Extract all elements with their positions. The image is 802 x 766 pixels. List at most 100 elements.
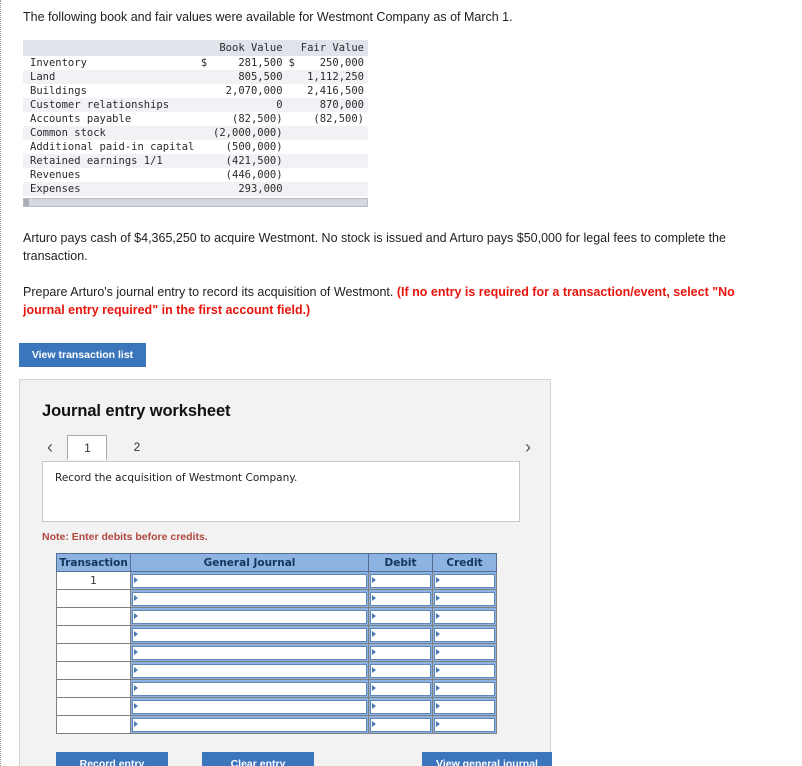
journal-input-general-journal-cell[interactable] — [130, 679, 369, 699]
fact-table-row: Buildings 2,070,000 2,416,500 — [23, 83, 368, 98]
clear-entry-button[interactable]: Clear entry — [202, 752, 314, 766]
journal-input-general-journal[interactable] — [132, 681, 367, 696]
journal-cell-transaction[interactable] — [56, 607, 131, 627]
journal-input-general-journal-cell[interactable] — [130, 589, 369, 609]
journal-input-general-journal-cell[interactable] — [130, 661, 369, 681]
fact-row-fair-symbol — [286, 111, 299, 126]
journal-header-transaction: Transaction — [56, 553, 131, 573]
journal-input-credit[interactable] — [434, 591, 495, 606]
worksheet-description-text: Record the acquisition of Westmont Compa… — [55, 472, 298, 485]
journal-input-credit-cell[interactable] — [432, 625, 497, 645]
instruction-plain-text: Prepare Arturo's journal entry to record… — [23, 285, 397, 300]
journal-input-credit[interactable] — [434, 645, 495, 660]
journal-input-debit-cell[interactable] — [368, 697, 433, 717]
table-row — [56, 661, 497, 681]
fact-row-fair-value: 1,112,250 — [298, 69, 368, 84]
record-entry-button[interactable]: Record entry — [56, 752, 168, 766]
fact-row-fair-value: (82,500) — [298, 111, 368, 126]
journal-input-general-journal-cell[interactable] — [130, 607, 369, 627]
journal-cell-transaction[interactable] — [56, 661, 131, 681]
journal-input-general-journal[interactable] — [132, 663, 367, 678]
journal-input-debit[interactable] — [370, 627, 431, 642]
journal-input-credit-cell[interactable] — [432, 607, 497, 627]
journal-input-general-journal[interactable] — [132, 609, 367, 624]
journal-input-credit-cell[interactable] — [432, 661, 497, 681]
journal-input-general-journal[interactable] — [132, 627, 367, 642]
journal-input-general-journal[interactable] — [132, 591, 367, 606]
journal-input-credit[interactable] — [434, 627, 495, 642]
journal-input-debit-cell[interactable] — [368, 571, 433, 591]
journal-input-credit[interactable] — [434, 699, 495, 714]
journal-input-credit[interactable] — [434, 609, 495, 624]
fact-row-book-value: (421,500) — [210, 153, 287, 168]
fact-row-book-symbol — [198, 125, 211, 140]
journal-input-general-journal[interactable] — [132, 699, 367, 714]
journal-input-debit[interactable] — [370, 609, 431, 624]
journal-input-credit[interactable] — [434, 573, 495, 588]
journal-cell-transaction[interactable]: 1 — [56, 571, 131, 591]
journal-input-debit-cell[interactable] — [368, 715, 433, 735]
view-transaction-list-button[interactable]: View transaction list — [19, 343, 146, 368]
journal-cell-transaction[interactable] — [56, 589, 131, 609]
journal-input-credit-cell[interactable] — [432, 697, 497, 717]
fact-row-book-symbol — [198, 97, 211, 112]
journal-input-debit-cell[interactable] — [368, 607, 433, 627]
fact-row-book-value: 2,070,000 — [210, 83, 287, 98]
journal-table-body: 1 — [56, 571, 497, 735]
journal-input-general-journal-cell[interactable] — [130, 643, 369, 663]
table-row — [56, 715, 497, 735]
journal-input-debit[interactable] — [370, 645, 431, 660]
journal-input-general-journal[interactable] — [132, 717, 367, 732]
journal-input-credit-cell[interactable] — [432, 679, 497, 699]
journal-input-general-journal[interactable] — [132, 573, 367, 588]
view-general-journal-button[interactable]: View general journal — [422, 752, 552, 766]
journal-input-general-journal-cell[interactable] — [130, 715, 369, 735]
table-row — [56, 679, 497, 699]
journal-cell-transaction[interactable] — [56, 715, 131, 735]
journal-input-debit[interactable] — [370, 663, 431, 678]
worksheet-tab-2[interactable]: 2 — [117, 435, 157, 460]
journal-cell-transaction[interactable] — [56, 697, 131, 717]
chevron-right-icon[interactable]: › — [520, 435, 536, 459]
fact-row-label: Customer relationships — [23, 97, 199, 112]
journal-input-debit-cell[interactable] — [368, 643, 433, 663]
journal-input-credit-cell[interactable] — [432, 643, 497, 663]
fact-row-fair-symbol — [286, 97, 299, 112]
book-fair-values-table: Book Value Fair Value Inventory $281,500 $… — [23, 39, 368, 196]
journal-input-debit[interactable] — [370, 699, 431, 714]
journal-input-debit-cell[interactable] — [368, 679, 433, 699]
worksheet-footer-buttons: Record entry Clear entry View general jo… — [56, 752, 552, 766]
journal-input-debit-cell[interactable] — [368, 589, 433, 609]
journal-input-credit-cell[interactable] — [432, 571, 497, 591]
journal-input-general-journal-cell[interactable] — [130, 625, 369, 645]
journal-input-debit[interactable] — [370, 681, 431, 696]
fact-row-fair-value: 870,000 — [298, 97, 368, 112]
journal-input-credit-cell[interactable] — [432, 715, 497, 735]
fact-row-fair-symbol — [286, 83, 299, 98]
fact-row-fair-symbol — [286, 181, 299, 196]
journal-input-general-journal-cell[interactable] — [130, 697, 369, 717]
journal-cell-transaction[interactable] — [56, 625, 131, 645]
journal-input-credit[interactable] — [434, 663, 495, 678]
journal-input-debit[interactable] — [370, 591, 431, 606]
table-row — [56, 697, 497, 717]
chevron-left-icon[interactable]: ‹ — [42, 435, 58, 459]
journal-input-debit-cell[interactable] — [368, 661, 433, 681]
journal-cell-transaction[interactable] — [56, 679, 131, 699]
journal-input-credit[interactable] — [434, 681, 495, 696]
journal-input-debit[interactable] — [370, 717, 431, 732]
journal-input-general-journal[interactable] — [132, 645, 367, 660]
fact-row-fair-value — [298, 153, 368, 168]
journal-input-debit[interactable] — [370, 573, 431, 588]
journal-input-credit-cell[interactable] — [432, 589, 497, 609]
fact-table-row: Accounts payable (82,500) (82,500) — [23, 111, 368, 126]
fact-row-label: Buildings — [23, 83, 199, 98]
journal-cell-transaction[interactable] — [56, 643, 131, 663]
debits-before-credits-note: Note: Enter debits before credits. — [42, 531, 208, 544]
worksheet-tab-1[interactable]: 1 — [67, 435, 108, 461]
fact-table-horizontal-scrollbar[interactable] — [23, 197, 368, 207]
journal-input-general-journal-cell[interactable] — [130, 571, 369, 591]
journal-input-credit[interactable] — [434, 717, 495, 732]
worksheet-tabs: ‹ 1 2 › — [20, 435, 550, 461]
journal-input-debit-cell[interactable] — [368, 625, 433, 645]
